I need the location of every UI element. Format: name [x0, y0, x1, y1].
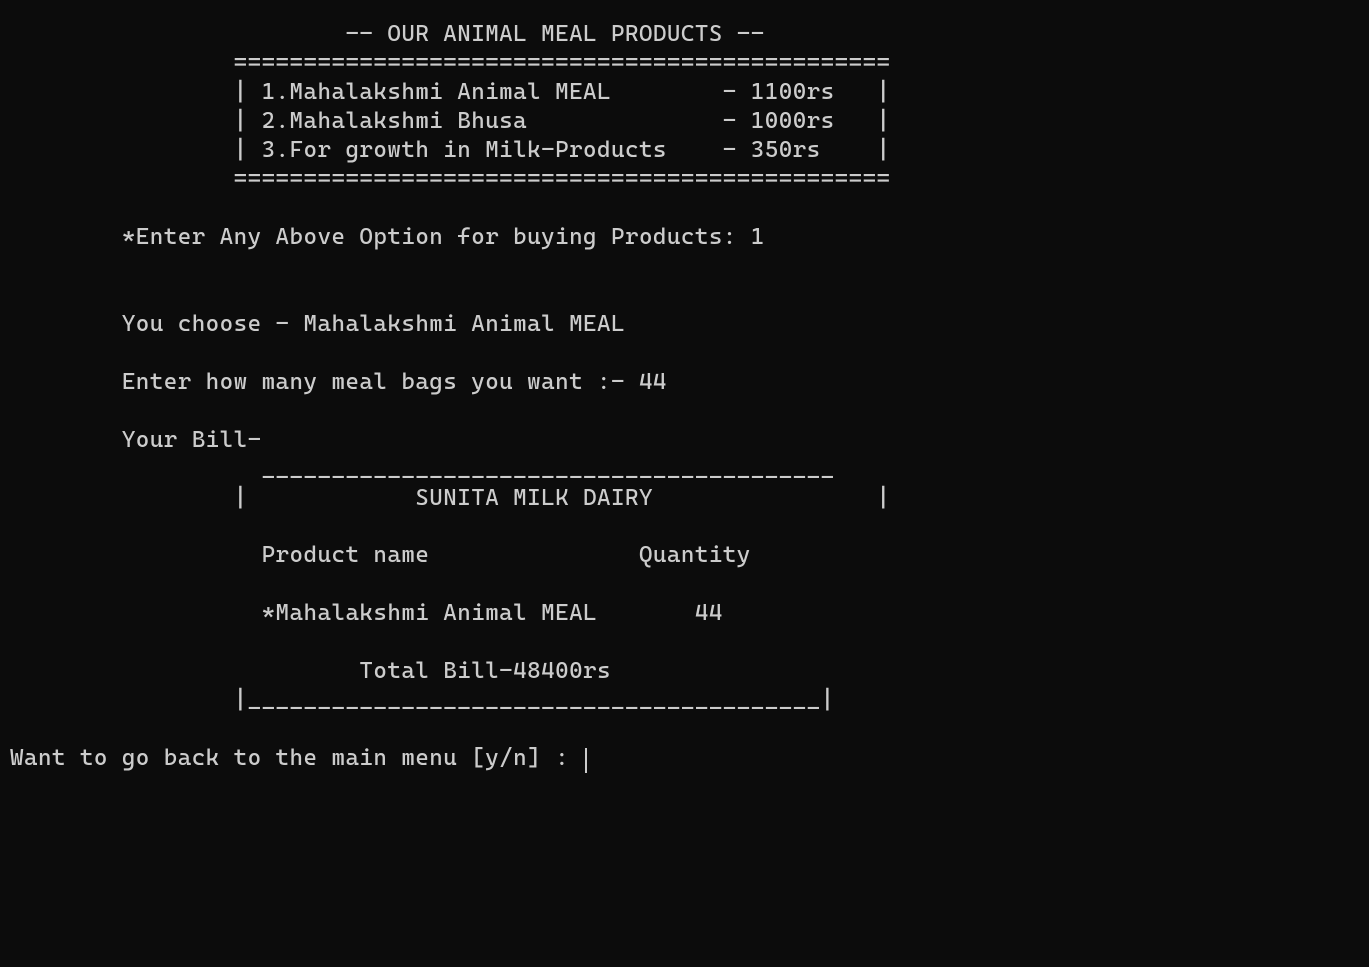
option-prompt-label: *Enter Any Above Option for buying Produ…	[10, 224, 751, 250]
quantity-prompt-label: Enter how many meal bags you want :-	[10, 369, 639, 395]
product-row-3: | 3.For growth in Milk-Products - 350rs …	[10, 137, 891, 163]
bill-column-headers: Product name Quantity	[10, 542, 751, 568]
choice-confirmation: You choose - Mahalakshmi Animal MEAL	[10, 311, 625, 337]
bill-item-row: *Mahalakshmi Animal MEAL 44	[10, 600, 723, 626]
terminal-divider-bottom: ========================================…	[10, 166, 891, 192]
bill-top-border: ________________________________________…	[10, 456, 835, 482]
terminal-header-line: -- OUR ANIMAL MEAL PRODUCTS --	[10, 21, 765, 47]
option-input-value[interactable]: 1	[751, 224, 765, 250]
terminal-divider-top: ========================================…	[10, 50, 891, 76]
cursor-icon	[585, 748, 587, 773]
bill-total: Total Bill-48400rs	[10, 658, 611, 684]
bill-company-name: | SUNITA MILK DAIRY |	[10, 485, 891, 511]
product-row-2: | 2.Mahalakshmi Bhusa - 1000rs |	[10, 108, 891, 134]
quantity-input-value[interactable]: 44	[639, 369, 667, 395]
main-menu-prompt-label: Want to go back to the main menu [y/n] :	[10, 745, 583, 771]
product-row-1: | 1.Mahalakshmi Animal MEAL - 1100rs |	[10, 79, 891, 105]
bill-bottom-border: |_______________________________________…	[10, 687, 835, 713]
bill-heading: Your Bill-	[10, 427, 262, 453]
